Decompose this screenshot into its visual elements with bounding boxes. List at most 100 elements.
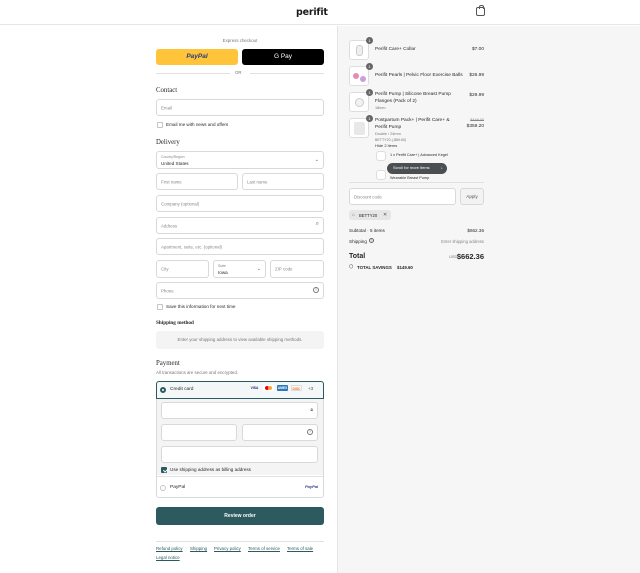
state-label: State — [218, 264, 226, 268]
item-name: Perifit Care+ Collar — [375, 47, 416, 52]
savings-tag-icon: ⬡ — [349, 264, 354, 270]
item-name-line2: Flanges (Pack of 2) — [375, 99, 417, 104]
sub-item-name: 1 x Perifit Care+ | Advanced Kegel — [390, 153, 448, 157]
state-value: Iowa — [218, 270, 228, 275]
quantity-badge: 1 — [366, 89, 373, 96]
privacy-policy-link[interactable]: Privacy policy — [214, 546, 241, 551]
review-order-label: Review order — [224, 513, 256, 519]
apartment-field[interactable]: Apartment, suite, etc. (optional) — [156, 238, 324, 255]
item-variant: Double / 24mm — [375, 132, 401, 136]
email-field[interactable]: Email — [156, 99, 324, 116]
discover-icon: DISC — [291, 385, 302, 391]
mastercard-icon — [263, 385, 274, 391]
divider — [156, 541, 324, 542]
last-name-placeholder: Last name — [247, 179, 268, 184]
shipping-policy-link[interactable]: Shipping — [190, 546, 207, 551]
last-name-field[interactable]: Last name — [242, 173, 324, 190]
name-on-card-field[interactable] — [161, 446, 318, 463]
newsletter-label: Email me with news and offers — [166, 122, 229, 127]
savings-label: TOTAL SAVINGS — [357, 265, 392, 270]
sub-item-thumbnail — [376, 151, 386, 161]
contact-title: Contact — [156, 87, 178, 94]
gpay-express-button[interactable]: G Pay — [242, 49, 324, 65]
shipping-label: Shipping — [349, 239, 367, 244]
item-name-line2: Perifit Pump — [375, 125, 402, 130]
product-thumbnail — [349, 66, 369, 86]
billing-same-checkbox[interactable] — [161, 467, 167, 473]
item-price: $7.00 — [471, 47, 484, 52]
country-select[interactable]: Country/Region United States ⌄ — [156, 151, 324, 169]
save-info-label: Save this information for next time — [166, 304, 236, 309]
item-name: Perifit Pearls | Pelvic Floor Exercise B… — [375, 73, 463, 78]
refund-policy-link[interactable]: Refund policy — [156, 546, 183, 551]
discount-tag-code: BETTY20 — [359, 212, 378, 218]
more-cards-count: +3 — [308, 386, 314, 391]
save-info-checkbox[interactable] — [157, 304, 163, 310]
zip-placeholder: ZIP code — [275, 266, 293, 272]
shopping-bag-icon[interactable] — [476, 5, 485, 16]
discount-tag: ⌂ BETTY20 ✕ — [349, 210, 391, 220]
city-placeholder: City — [161, 266, 169, 272]
credit-card-radio[interactable] — [160, 387, 166, 393]
address-field[interactable]: Address ⌕ — [156, 217, 324, 234]
quantity-badge: 1 — [366, 37, 373, 44]
company-placeholder: Company (optional) — [161, 201, 200, 206]
shipping-method-title: Shipping method — [156, 320, 194, 326]
item-price: $29.99 — [469, 93, 484, 98]
address-placeholder: Address — [161, 223, 178, 228]
divider — [349, 182, 484, 183]
gpay-logo: G Pay — [273, 53, 293, 60]
shipping-value: Enter shipping address — [441, 239, 484, 244]
chevron-down-icon: ⌄ — [314, 157, 319, 163]
legal-notice-link[interactable]: Legal notice — [156, 555, 180, 560]
sub-item-thumbnail — [376, 170, 386, 180]
review-order-button[interactable]: Review order — [156, 507, 324, 525]
savings-value: $149.60 — [397, 265, 413, 270]
discount-code-field[interactable]: Discount code — [349, 188, 456, 205]
company-field[interactable]: Company (optional) — [156, 195, 324, 212]
phone-field[interactable]: Phone ? — [156, 282, 324, 299]
quantity-badge: 1 — [366, 115, 373, 122]
subtotal-value: $662.36 — [467, 228, 484, 233]
newsletter-checkbox[interactable] — [157, 122, 163, 128]
search-icon: ⌕ — [315, 221, 319, 227]
apartment-placeholder: Apartment, suite, etc. (optional) — [161, 244, 223, 249]
first-name-placeholder: First name — [161, 179, 182, 184]
paypal-logo: PayPal — [305, 484, 319, 489]
brand-logo[interactable]: perifit — [296, 7, 328, 18]
paypal-option-label[interactable]: PayPal — [170, 485, 185, 491]
paypal-express-button[interactable]: PayPal — [156, 49, 238, 65]
terms-of-sale-link[interactable]: Terms of sale — [287, 546, 313, 551]
expiry-field[interactable] — [161, 424, 237, 441]
item-old-price: $448.00 — [470, 118, 484, 122]
shipping-method-notice: Enter your shipping address to view avai… — [156, 331, 324, 349]
close-icon[interactable]: ✕ — [383, 212, 387, 218]
country-value: United States — [161, 161, 189, 166]
zip-field[interactable]: ZIP code — [270, 260, 324, 278]
total-value: $662.36 — [456, 252, 484, 261]
apply-discount-button[interactable]: Apply — [460, 188, 484, 205]
quantity-badge: 1 — [366, 63, 373, 70]
paypal-radio[interactable] — [160, 485, 166, 491]
help-icon[interactable]: ? — [313, 287, 319, 293]
state-select[interactable]: State Iowa ⌄ — [213, 260, 266, 278]
terms-of-service-link[interactable]: Terms of service — [248, 546, 280, 551]
item-price: $26.99 — [469, 73, 484, 78]
security-code-field[interactable]: ? — [242, 424, 318, 441]
scroll-hint-pill[interactable]: Scroll for more items ↓ — [387, 163, 447, 174]
lock-icon: 🔒︎ — [310, 407, 313, 413]
phone-placeholder: Phone — [161, 288, 174, 293]
help-icon[interactable]: ? — [369, 238, 374, 243]
payment-subtitle: All transactions are secure and encrypte… — [156, 370, 239, 375]
city-field[interactable]: City — [156, 260, 209, 278]
card-number-field[interactable]: 🔒︎ — [161, 402, 318, 419]
divider — [156, 73, 230, 74]
billing-same-label: Use shipping address as billing address — [170, 467, 251, 472]
amex-icon: AMEX — [277, 385, 288, 391]
hide-items-toggle[interactable]: Hide 2 items — [375, 143, 397, 149]
help-icon[interactable]: ? — [307, 429, 313, 435]
divider — [157, 476, 323, 477]
first-name-field[interactable]: First name — [156, 173, 238, 190]
item-name: Postpartum Pack+ | Perifit Care+ & — [375, 118, 450, 123]
product-thumbnail — [349, 40, 369, 60]
